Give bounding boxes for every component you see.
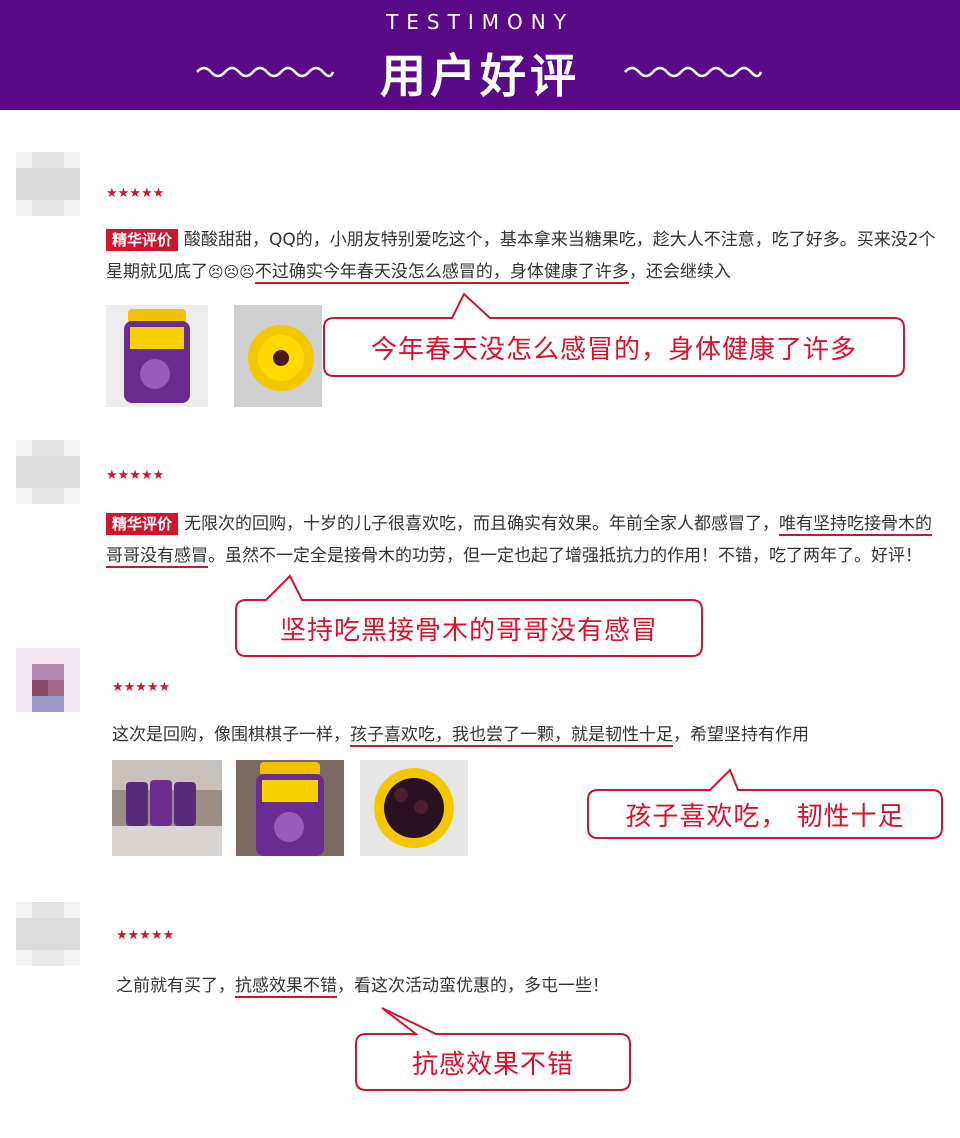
review-text: 精华评价 无限次的回购，十岁的儿子很喜欢吃，而且确实有效果。年前全家人都感冒了，唯… [106,513,933,568]
bottles-shelf-photo[interactable] [112,760,222,856]
gummy-bottle-photo[interactable] [106,305,208,407]
rating-stars: ★★★★★ [116,928,175,943]
callout-text: 抗感效果不错 [411,1049,574,1080]
avatar [16,152,80,216]
bottle-open-photo[interactable] [234,305,322,407]
callout-text: 坚持吃黑接骨木的哥哥没有感冒 [279,615,658,646]
avatar [16,902,80,966]
featured-review-badge: 精华评价 [106,229,179,251]
review-text: 精华评价 酸酸甜甜，QQ的，小朋友特别爱吃这个，基本拿来当糖果吃，趁大人不注意，吃… [106,229,936,284]
rating-stars: ★★★★★ [106,468,165,483]
gummy-bottle-photo[interactable] [236,760,344,856]
header-subtitle: TESTIMONY [386,10,574,34]
highlighted-text: 抗感效果不错 [235,976,337,998]
right-wave-decoration [624,66,763,78]
rating-stars: ★★★★★ [106,186,165,201]
callout-text: 今年春天没怎么感冒的，身体健康了许多 [370,334,857,365]
header-title: 用户好评 [380,49,580,103]
featured-review-badge: 精华评价 [106,513,179,535]
highlighted-text: 孩子喜欢吃，我也尝了一颗，就是韧性十足 [350,725,673,747]
review-text: 这次是回购，像围棋棋子一样，孩子喜欢吃，我也尝了一颗，就是韧性十足，希望坚持有作… [112,725,809,747]
review-text: 之前就有买了，抗感效果不错，看这次活动蛮优惠的，多屯一些！ [116,976,609,998]
sad-face-icon: 😣😣😣 [208,263,255,281]
gummies-in-jar-photo[interactable] [360,760,468,856]
highlighted-text: 不过确实今年春天没怎么感冒的，身体健康了许多 [254,262,629,284]
avatar [16,440,80,504]
avatar [16,648,80,712]
left-wave-decoration [196,66,335,78]
rating-stars: ★★★★★ [112,680,171,695]
callout-text: 孩子喜欢吃， 韧性十足 [625,801,905,832]
